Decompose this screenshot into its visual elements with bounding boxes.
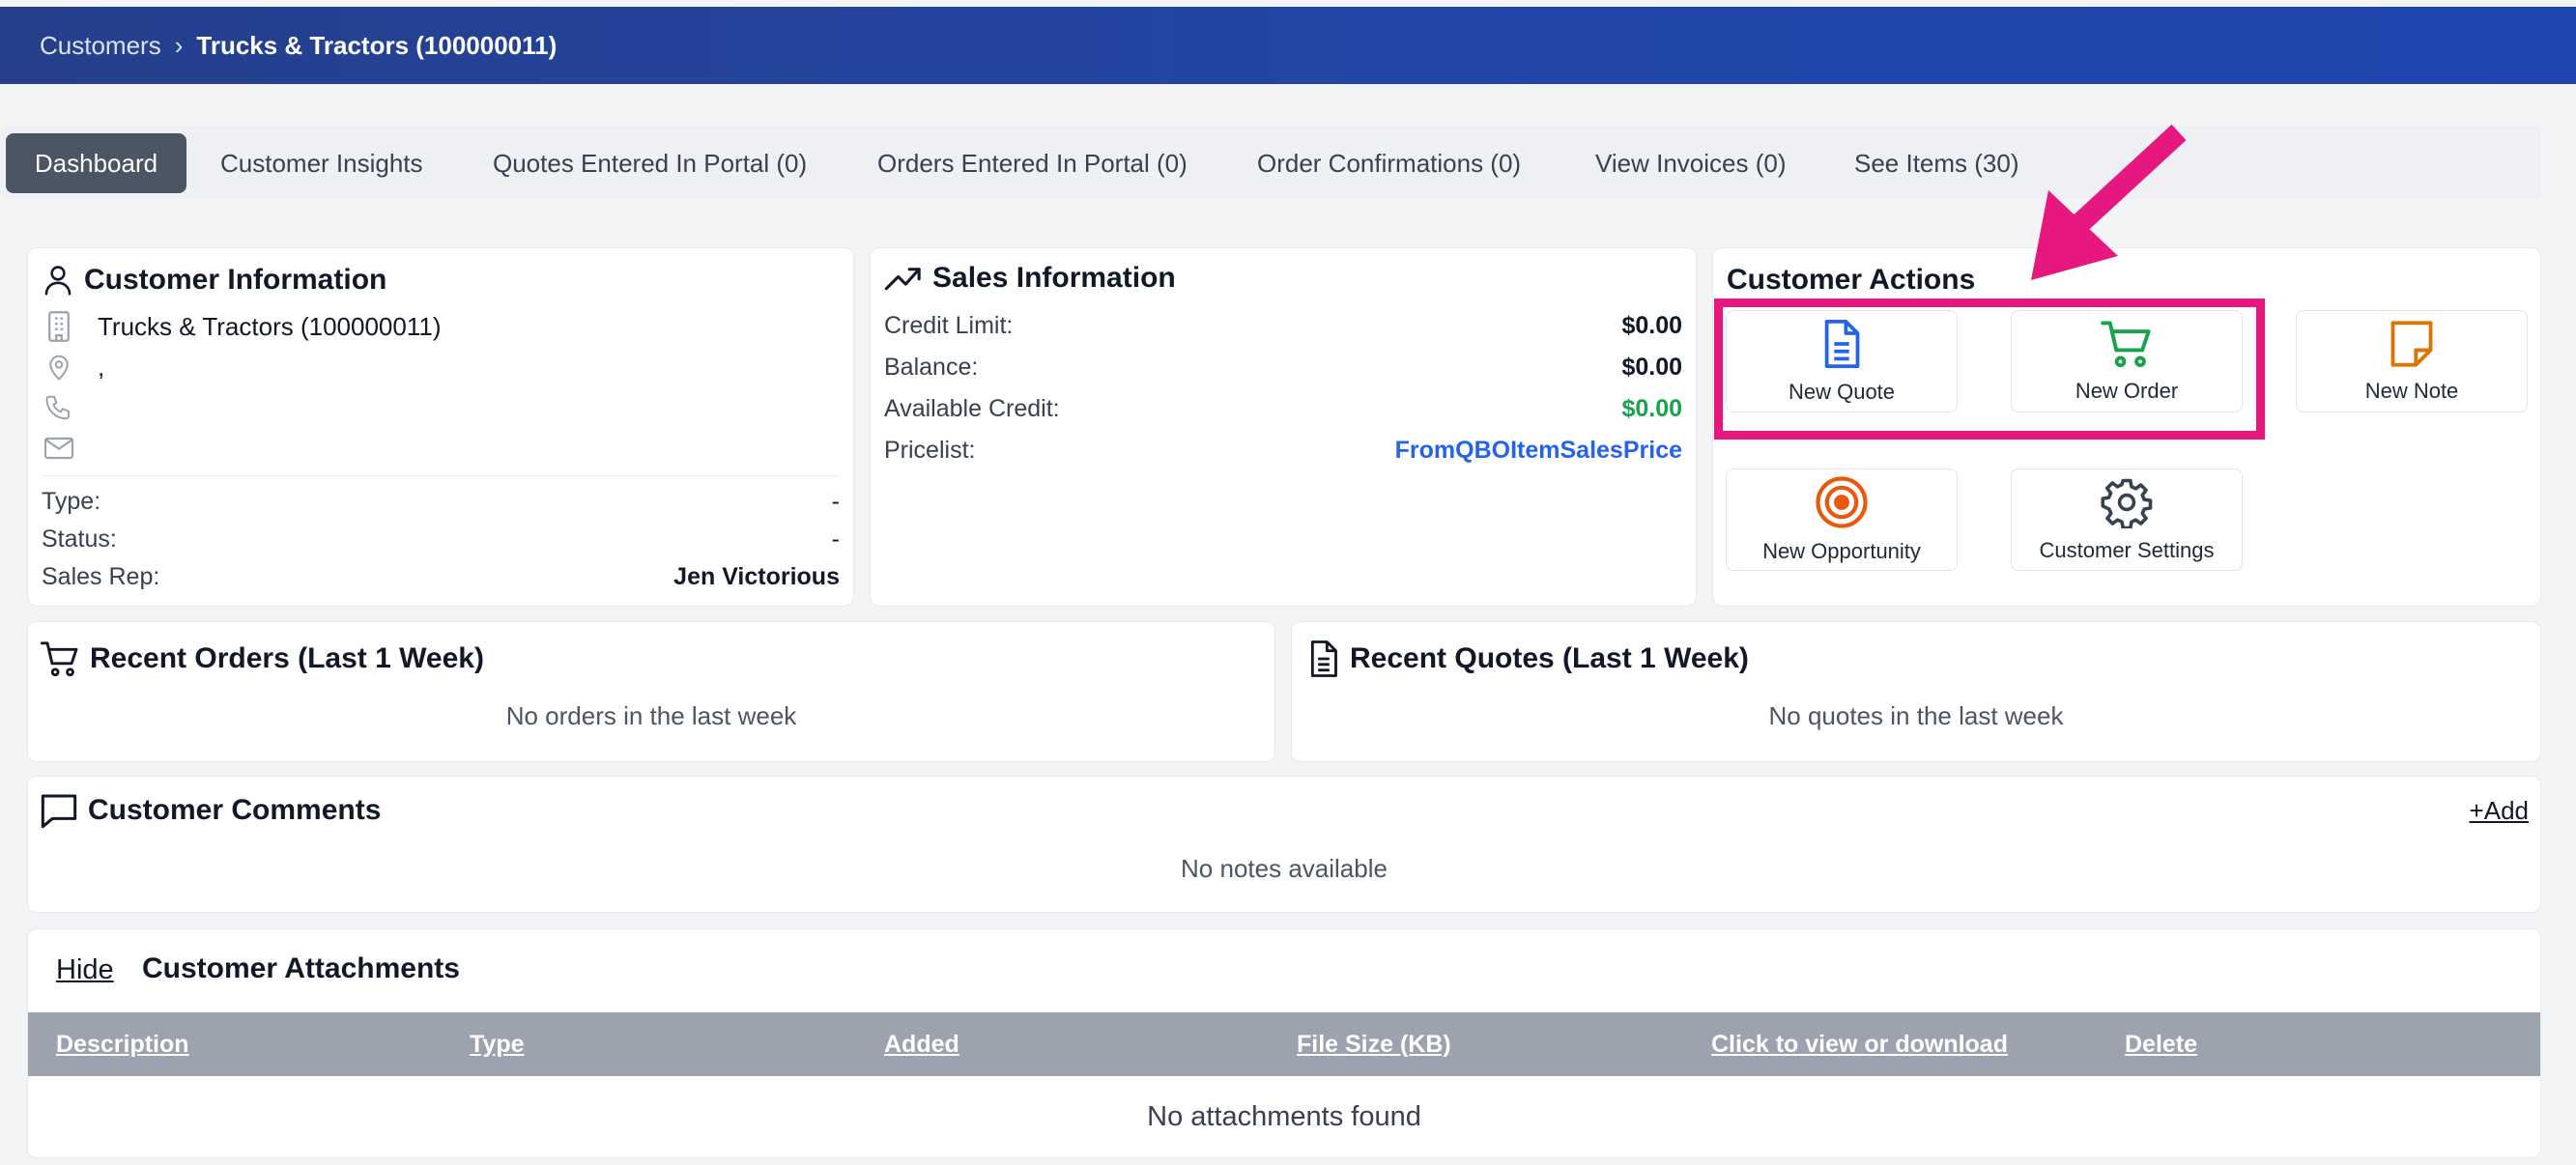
sales-information-title: Sales Information: [932, 262, 1176, 294]
pricelist-label: Pricelist:: [884, 436, 976, 464]
hide-attachments-link[interactable]: Hide: [56, 954, 114, 986]
status-row: Status: -: [42, 523, 840, 555]
customer-comments-heading: Customer Comments: [40, 792, 381, 829]
phone-icon: [42, 392, 76, 423]
available-credit-row: Available Credit: $0.00: [884, 392, 1682, 425]
attachments-empty: No attachments found: [1147, 1101, 1421, 1132]
customer-information-heading: Customer Information: [42, 262, 386, 298]
location-pin-icon: [42, 351, 76, 384]
customer-attachments-title: Customer Attachments: [142, 952, 460, 984]
recent-quotes-title: Recent Quotes (Last 1 Week): [1350, 642, 1749, 674]
recent-orders-card: Recent Orders (Last 1 Week) No orders in…: [27, 621, 1275, 762]
recent-quotes-card: Recent Quotes (Last 1 Week) No quotes in…: [1291, 621, 2541, 762]
recent-orders-title: Recent Orders (Last 1 Week): [90, 642, 484, 674]
trending-up-icon: [884, 268, 921, 291]
available-credit-value: $0.00: [1621, 394, 1682, 422]
target-icon: [1816, 476, 1868, 528]
sales-rep-value: Jen Victorious: [673, 562, 840, 590]
column-description[interactable]: Description: [56, 1012, 189, 1076]
pricelist-row: Pricelist: FromQBOItemSalesPrice: [884, 434, 1682, 467]
breadcrumb-current: Trucks & Tractors (100000011): [196, 30, 558, 60]
type-row: Type: -: [42, 485, 840, 518]
arrow-annotation-icon: [2031, 124, 2187, 280]
customer-information-title: Customer Information: [84, 264, 387, 296]
status-value: -: [831, 525, 840, 553]
column-view-download[interactable]: Click to view or download: [1711, 1012, 2008, 1076]
customer-information-card: Customer Information Trucks & Tractors (…: [27, 247, 854, 607]
customer-phone-line: [42, 389, 98, 426]
sales-rep-label: Sales Rep:: [42, 562, 160, 590]
tab-orders-entered[interactable]: Orders Entered In Portal (0): [850, 133, 1215, 193]
credit-limit-label: Credit Limit:: [884, 311, 1014, 339]
gear-icon: [2101, 478, 2153, 528]
add-comment-link[interactable]: +Add: [2470, 796, 2529, 826]
cart-icon: [40, 641, 78, 677]
credit-limit-row: Credit Limit: $0.00: [884, 309, 1682, 342]
tab-customer-insights[interactable]: Customer Insights: [193, 133, 450, 193]
tab-view-invoices[interactable]: View Invoices (0): [1568, 133, 1814, 193]
divider: [42, 475, 840, 476]
balance-label: Balance:: [884, 353, 979, 381]
customer-actions-title: Customer Actions: [1727, 264, 1976, 296]
column-type[interactable]: Type: [470, 1012, 525, 1076]
note-icon: [2390, 321, 2433, 367]
customer-actions-card: Customer Actions New Quote New Order New…: [1712, 247, 2541, 607]
credit-limit-value: $0.00: [1621, 311, 1682, 339]
sales-information-heading: Sales Information: [884, 262, 1176, 295]
column-added[interactable]: Added: [884, 1012, 959, 1076]
pricelist-link[interactable]: FromQBOItemSalesPrice: [1395, 437, 1682, 465]
tab-quotes-entered[interactable]: Quotes Entered In Portal (0): [466, 133, 834, 193]
tab-see-items[interactable]: See Items (30): [1827, 133, 2046, 193]
sales-information-card: Sales Information Credit Limit: $0.00 Ba…: [870, 247, 1697, 607]
customer-comments-title: Customer Comments: [88, 794, 382, 826]
top-header-bar: Customers › Trucks & Tractors (100000011…: [0, 7, 2576, 84]
new-opportunity-button[interactable]: New Opportunity: [1726, 469, 1958, 571]
new-note-button[interactable]: New Note: [2296, 310, 2528, 412]
status-label: Status:: [42, 525, 117, 553]
tab-order-confirmations[interactable]: Order Confirmations (0): [1230, 133, 1548, 193]
breadcrumb-customers-link[interactable]: Customers: [40, 31, 161, 61]
comments-empty: No notes available: [1181, 854, 1388, 883]
column-file-size[interactable]: File Size (KB): [1297, 1012, 1451, 1076]
mail-icon: [42, 436, 76, 461]
customer-settings-button[interactable]: Customer Settings: [2011, 469, 2243, 571]
tab-dashboard[interactable]: Dashboard: [6, 133, 186, 193]
customer-address: ,: [98, 352, 105, 382]
chat-bubble-icon: [41, 794, 77, 829]
recent-orders-heading: Recent Orders (Last 1 Week): [40, 639, 484, 678]
user-icon: [44, 266, 72, 296]
attachments-table-header: Description Type Added File Size (KB) Cl…: [28, 1012, 2540, 1076]
customer-name-line: Trucks & Tractors (100000011): [42, 308, 441, 345]
customer-comments-card: Customer Comments +Add No notes availabl…: [27, 776, 2541, 913]
type-label: Type:: [42, 487, 101, 515]
new-opportunity-label: New Opportunity: [1762, 539, 1921, 563]
new-note-label: New Note: [2364, 379, 2459, 403]
balance-value: $0.00: [1621, 353, 1682, 381]
customer-address-line: ,: [42, 349, 104, 385]
balance-row: Balance: $0.00: [884, 351, 1682, 384]
building-icon: [42, 310, 76, 343]
customer-actions-heading: Customer Actions: [1727, 264, 1975, 297]
available-credit-label: Available Credit:: [884, 394, 1060, 422]
document-icon: [1310, 640, 1337, 677]
customer-attachments-card: Hide Customer Attachments Description Ty…: [27, 928, 2541, 1158]
type-value: -: [831, 487, 840, 515]
customer-name: Trucks & Tractors (100000011): [98, 311, 442, 341]
recent-quotes-heading: Recent Quotes (Last 1 Week): [1307, 639, 1749, 678]
column-delete[interactable]: Delete: [2125, 1012, 2197, 1076]
customer-email-line: [42, 430, 98, 467]
sales-rep-row: Sales Rep: Jen Victorious: [42, 560, 840, 593]
recent-orders-empty: No orders in the last week: [505, 701, 797, 730]
customer-settings-label: Customer Settings: [2039, 538, 2215, 562]
highlight-annotation-box: [1714, 298, 2265, 440]
recent-quotes-empty: No quotes in the last week: [1768, 701, 2064, 730]
breadcrumb-separator: ›: [174, 30, 184, 60]
